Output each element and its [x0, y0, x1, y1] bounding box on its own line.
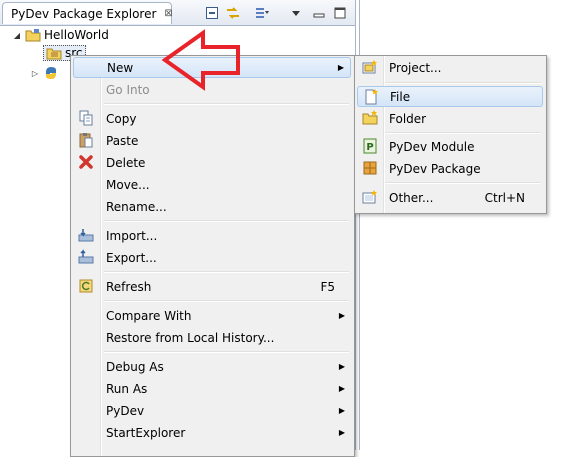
view-tab-bar: PyDev Package Explorer ⊠ [0, 0, 355, 26]
new-project-icon [362, 60, 377, 74]
delete-icon [79, 155, 93, 169]
source-folder-icon [46, 48, 62, 60]
menu-item-go-into: Go Into [106, 82, 150, 97]
menu-item-delete[interactable]: Delete [73, 152, 351, 173]
expand-toggle-icon[interactable]: ▷ [30, 69, 40, 78]
menu-separator [104, 300, 349, 302]
menu-item-debug-as[interactable]: Debug As ▶ [73, 356, 351, 377]
tree-item-interpreter[interactable]: ▷ [30, 64, 62, 82]
view-tab[interactable]: PyDev Package Explorer ⊠ [2, 2, 173, 24]
menu-item-export[interactable]: Export... [73, 247, 351, 268]
menu-item-run-as[interactable]: Run As ▶ [73, 378, 351, 399]
view-menu-icon[interactable] [288, 5, 304, 21]
menu-item-compare-with[interactable]: Compare With ▶ [73, 305, 351, 326]
refresh-icon [79, 279, 93, 293]
submenu-item-project[interactable]: Project... [357, 57, 543, 78]
submenu-arrow-icon: ▶ [338, 311, 345, 320]
new-submenu: Project... File Folder P PyDev Module Py… [354, 55, 547, 214]
pydev-module-icon: P [363, 138, 377, 154]
tree-item-project[interactable]: ◢ HelloWorld [12, 26, 109, 44]
menu-item-rename[interactable]: Rename... [73, 196, 351, 217]
other-wizard-icon [362, 190, 377, 204]
maximize-icon[interactable] [332, 5, 348, 21]
minimize-icon[interactable] [311, 5, 327, 21]
submenu-item-pydev-module[interactable]: P PyDev Module [357, 136, 543, 157]
submenu-item-other[interactable]: Other... Ctrl+N [357, 187, 543, 208]
submenu-arrow-icon: ▶ [338, 384, 345, 393]
menu-item-copy[interactable]: Copy [73, 108, 351, 129]
pydev-package-icon [363, 161, 377, 175]
project-folder-icon [25, 29, 41, 42]
menu-item-pydev[interactable]: PyDev ▶ [73, 400, 351, 421]
menu-separator [104, 220, 349, 222]
menu-separator [104, 351, 349, 353]
copy-icon [79, 110, 93, 126]
menu-item-paste[interactable]: Paste [73, 130, 351, 151]
paste-icon [79, 133, 93, 148]
menu-item-refresh[interactable]: Refresh F5 [73, 276, 351, 297]
menu-item-restore-local-history[interactable]: Restore from Local History... [73, 327, 351, 348]
menu-item-startexplorer[interactable]: StartExplorer ▶ [73, 422, 351, 443]
submenu-arrow-icon: ▶ [337, 63, 344, 72]
export-icon [78, 249, 94, 264]
context-menu: New ▶ Go Into Copy Paste Delete Move... … [70, 55, 355, 457]
menu-item-new[interactable]: New ▶ [73, 57, 351, 78]
python-interpreter-icon [46, 67, 56, 79]
close-view-icon[interactable]: ⊠ [164, 8, 172, 19]
import-icon [78, 229, 94, 242]
filters-icon[interactable] [254, 5, 270, 21]
menu-separator [385, 182, 541, 184]
submenu-arrow-icon: ▶ [338, 406, 345, 415]
submenu-item-file[interactable]: File [357, 86, 543, 107]
submenu-item-folder[interactable]: Folder [357, 108, 543, 129]
tree-item-label: HelloWorld [44, 28, 109, 42]
view-title: PyDev Package Explorer [11, 6, 157, 21]
menu-separator [385, 132, 541, 134]
menu-item-import[interactable]: Import... [73, 225, 351, 246]
folder-icon [362, 110, 378, 125]
menu-item-move[interactable]: Move... [73, 174, 351, 195]
link-with-editor-icon[interactable] [225, 5, 241, 21]
menu-separator [104, 103, 349, 105]
submenu-arrow-icon: ▶ [338, 428, 345, 437]
file-icon [365, 89, 378, 105]
menu-separator [104, 271, 349, 273]
svg-text:P: P [366, 142, 373, 153]
submenu-item-pydev-package[interactable]: PyDev Package [357, 158, 543, 179]
collapse-all-icon[interactable] [204, 5, 220, 21]
menu-separator [385, 82, 541, 84]
submenu-arrow-icon: ▶ [338, 362, 345, 371]
expand-toggle-icon[interactable]: ◢ [12, 31, 22, 40]
